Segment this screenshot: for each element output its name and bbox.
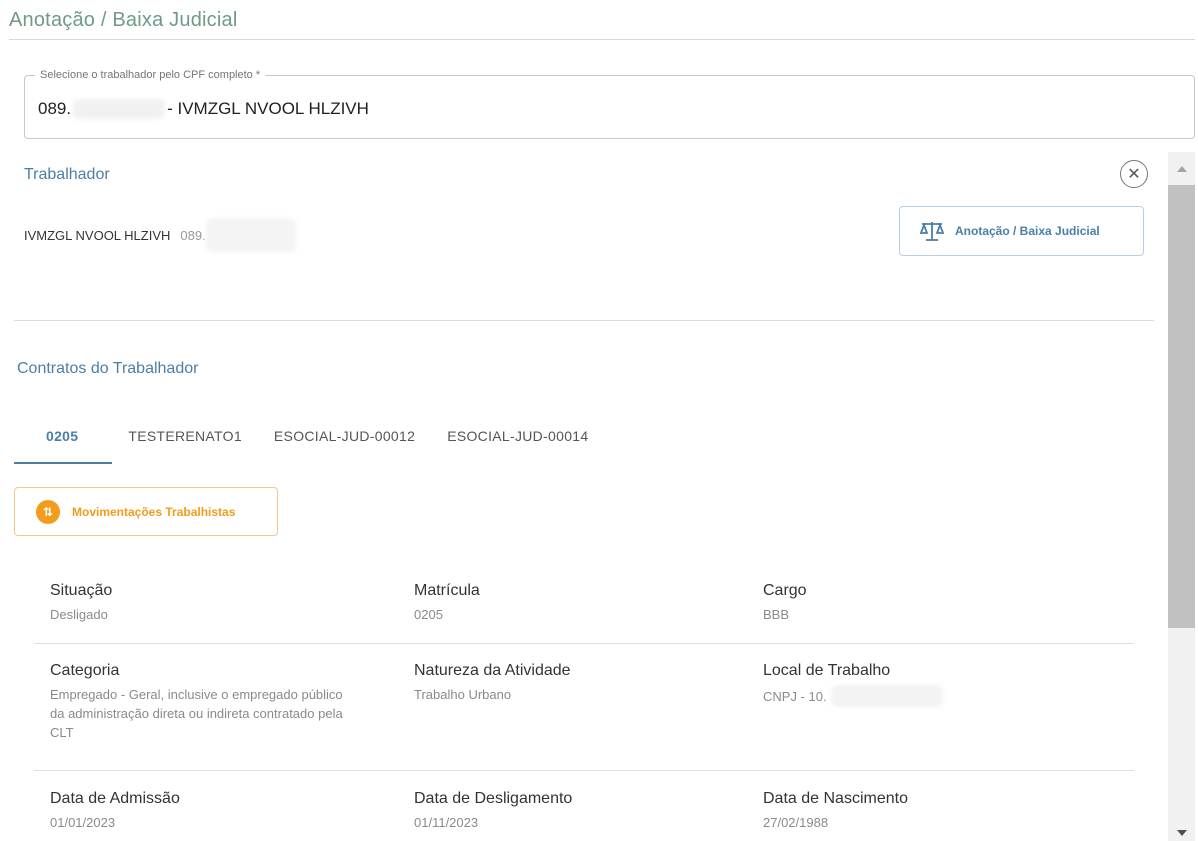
labor-movements-label: Movimentações Trabalhistas (72, 504, 236, 519)
tab-esocial-jud-00014[interactable]: ESOCIAL-JUD-00014 (431, 416, 604, 464)
field-value: CNPJ - 10. (763, 685, 1103, 707)
section-divider (14, 320, 1154, 321)
field-value: 01/01/2023 (50, 815, 116, 830)
field-value: Desligado (50, 607, 108, 622)
field-value: 0205 (414, 607, 443, 622)
field-label: Local de Trabalho (763, 662, 891, 679)
field-label: Data de Admissão (50, 790, 180, 807)
vertical-scrollbar[interactable] (1168, 152, 1195, 841)
tab-esocial-jud-00012[interactable]: ESOCIAL-JUD-00012 (258, 416, 431, 464)
cpf-field-value[interactable]: 089. - IVMZGL NVOOL HLZIVH (38, 99, 369, 119)
redacted-cnpj (830, 685, 943, 707)
judicial-annotation-label: Anotação / Baixa Judicial (955, 224, 1100, 238)
field-value: BBB (763, 607, 790, 622)
title-divider (9, 39, 1195, 40)
tab-0205[interactable]: 0205 (14, 416, 113, 464)
field-label: Data de Nascimento (763, 790, 908, 807)
contract-tabs: 0205 TESTERENATO1 ESOCIAL-JUD-00012 ESOC… (14, 416, 604, 464)
cpf-field-label: Selecione o trabalhador pelo CPF complet… (35, 69, 266, 81)
field-matricula: Matrícula 0205 (414, 582, 734, 624)
field-value: Empregado - Geral, inclusive o empregado… (50, 687, 343, 740)
cpf-worker-name: - IVMZGL NVOOL HLZIVH (167, 99, 369, 118)
worker-name: IVMZGL NVOOL HLZIVH (24, 227, 171, 243)
field-value: 27/02/1988 (763, 815, 829, 830)
swap-arrows-icon: ⇅ (36, 499, 60, 524)
scrollbar-thumb[interactable] (1168, 185, 1195, 628)
field-natureza: Natureza da Atividade Trabalho Urbano (414, 662, 734, 704)
redacted-cpf (73, 99, 166, 119)
redacted-worker-cpf (205, 218, 296, 252)
field-label: Situação (50, 582, 113, 599)
contracts-section-title: Contratos do Trabalhador (17, 360, 199, 377)
contract-details-row: Situação Desligado Matrícula 0205 Cargo … (34, 582, 1134, 644)
field-label: Categoria (50, 662, 120, 679)
field-label: Natureza da Atividade (414, 662, 571, 679)
scroll-down-arrow-icon[interactable] (1177, 830, 1187, 836)
field-local-trabalho: Local de Trabalho CNPJ - 10. (763, 662, 1103, 707)
scroll-up-arrow-icon[interactable] (1177, 166, 1187, 172)
page-title: Anotação / Baixa Judicial (9, 9, 238, 31)
labor-movements-button[interactable]: ⇅ Movimentações Trabalhistas (14, 487, 278, 536)
contract-details-row: Data de Admissão 01/01/2023 Data de Desl… (34, 790, 1134, 841)
contract-details-row: Categoria Empregado - Geral, inclusive o… (34, 662, 1134, 771)
field-label: Cargo (763, 582, 807, 599)
worker-summary: IVMZGL NVOOL HLZIVH 089. (24, 218, 296, 252)
tab-testerenato1[interactable]: TESTERENATO1 (112, 416, 258, 464)
field-nascimento: Data de Nascimento 27/02/1988 (763, 790, 1103, 832)
cpf-search-field[interactable]: Selecione o trabalhador pelo CPF complet… (24, 69, 1195, 139)
field-admissao: Data de Admissão 01/01/2023 (50, 790, 370, 832)
worker-cpf: 089. (180, 218, 296, 252)
judicial-annotation-button[interactable]: Anotação / Baixa Judicial (899, 206, 1144, 256)
field-label: Matrícula (414, 582, 480, 599)
field-value: Trabalho Urbano (414, 687, 512, 702)
close-icon[interactable]: ✕ (1120, 160, 1148, 188)
field-desligamento: Data de Desligamento 01/11/2023 (414, 790, 734, 832)
worker-section-title: Trabalhador (24, 166, 110, 183)
field-label: Data de Desligamento (414, 790, 573, 807)
field-situacao: Situação Desligado (50, 582, 370, 624)
field-categoria: Categoria Empregado - Geral, inclusive o… (50, 662, 370, 742)
cpf-prefix: 089. (38, 99, 72, 118)
field-cargo: Cargo BBB (763, 582, 1103, 624)
field-value: 01/11/2023 (414, 815, 479, 830)
scale-icon (919, 222, 945, 241)
